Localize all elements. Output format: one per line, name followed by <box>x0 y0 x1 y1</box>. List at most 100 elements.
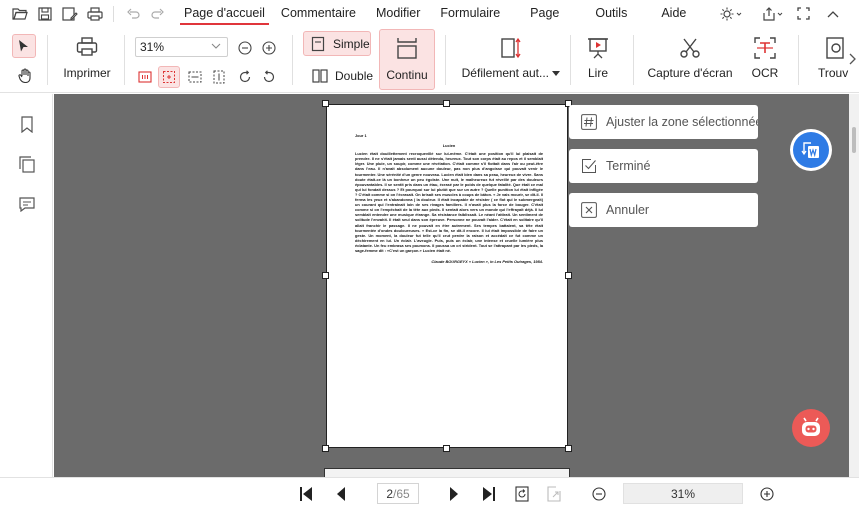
word-button-inner <box>793 132 829 168</box>
rotate-right-button[interactable] <box>234 66 256 88</box>
hand-icon <box>18 67 31 83</box>
first-page-icon <box>300 487 312 501</box>
divider <box>570 35 571 85</box>
bottom-zoom-field[interactable]: 31% <box>623 483 743 504</box>
collapse-ribbon-icon[interactable] <box>820 0 846 27</box>
pages-icon <box>19 155 35 173</box>
ocr-button[interactable]: OCR <box>748 37 782 80</box>
pdf-page[interactable]: Jour 1 Lucien Lucien était douillettemen… <box>326 104 568 448</box>
scissors-icon <box>680 38 700 58</box>
main-menu: Page d'accueil Commentaire Modifier Form… <box>176 0 694 27</box>
page-title: Lucien <box>442 143 456 149</box>
last-page-icon <box>483 487 495 501</box>
page-citation: Claude BOURGEYX « Lucien », in Les Petit… <box>431 259 543 265</box>
selection-handle-bottom[interactable] <box>443 445 450 452</box>
menu-page-accueil[interactable]: Page d'accueil <box>176 0 273 27</box>
selection-handle-top-left[interactable] <box>322 100 329 107</box>
double-page-button[interactable]: Double <box>306 65 374 87</box>
vertical-scrollbar[interactable] <box>849 94 859 477</box>
menu-aide[interactable]: Aide <box>653 0 694 27</box>
previous-view-button[interactable] <box>511 483 533 505</box>
auto-scroll-button[interactable]: Défilement aut... <box>458 37 564 80</box>
zoom-in-button[interactable] <box>258 37 280 59</box>
zoom-select[interactable]: 31% <box>135 37 228 57</box>
chevron-right-icon <box>849 53 856 65</box>
hand-tool-button[interactable] <box>13 63 37 87</box>
first-page-button[interactable] <box>295 483 317 505</box>
actual-size-button[interactable] <box>134 66 156 88</box>
fit-selection-button[interactable]: Ajuster la zone sélectionnée. <box>569 105 758 139</box>
scrollbar-thumb[interactable] <box>852 127 856 153</box>
ai-assistant-button[interactable] <box>792 409 830 447</box>
divider <box>47 35 48 85</box>
rotate-right-icon <box>239 70 251 83</box>
find-label: Trouv <box>818 66 849 80</box>
single-page-icon <box>311 36 325 51</box>
menu-page[interactable]: Page <box>522 0 567 27</box>
auto-scroll-text: Défilement aut... <box>461 66 550 80</box>
selection-handle-bottom-left[interactable] <box>322 445 329 452</box>
screenshot-button[interactable]: Capture d'écran <box>644 37 736 80</box>
zoom-out-button[interactable] <box>234 37 256 59</box>
cancel-button[interactable]: Annuler <box>569 193 758 227</box>
rotate-left-button[interactable] <box>258 66 280 88</box>
next-pdf-page <box>324 468 570 477</box>
screenshot-label: Capture d'écran <box>647 66 733 80</box>
fit-width-icon <box>188 71 202 83</box>
single-page-button[interactable]: Simple <box>303 31 371 56</box>
selection-handle-bottom-right[interactable] <box>565 445 572 452</box>
print-button[interactable]: Imprimer <box>57 37 117 80</box>
previous-page-button[interactable] <box>330 483 352 505</box>
save-as-icon[interactable] <box>58 2 82 26</box>
bottom-zoom-in-button[interactable] <box>756 483 778 505</box>
double-page-label: Double <box>335 69 374 83</box>
menu-outils[interactable]: Outils <box>587 0 635 27</box>
print-icon[interactable] <box>83 2 107 26</box>
menu-modifier[interactable]: Modifier <box>368 0 428 27</box>
ribbon-scroll-right-button[interactable] <box>845 51 859 67</box>
menu-formulaire[interactable]: Formulaire <box>432 0 508 27</box>
save-icon[interactable] <box>33 2 57 26</box>
fit-height-button[interactable] <box>208 66 230 88</box>
next-page-icon <box>450 487 458 501</box>
select-tool-button[interactable] <box>12 34 36 58</box>
undo-icon[interactable] <box>121 2 145 26</box>
next-page-button[interactable] <box>443 483 465 505</box>
continuous-button[interactable]: Continu <box>379 29 435 90</box>
last-page-button[interactable] <box>478 483 500 505</box>
menu-commentaire[interactable]: Commentaire <box>273 0 364 27</box>
share-icon[interactable] <box>758 0 788 27</box>
done-label: Terminé <box>606 159 651 173</box>
actual-size-icon <box>138 71 152 83</box>
redo-icon[interactable] <box>146 2 170 26</box>
thumbnails-panel-button[interactable] <box>16 153 38 175</box>
done-button[interactable]: Terminé <box>569 149 758 183</box>
bottom-zoom-out-button[interactable] <box>588 483 610 505</box>
zoom-out-icon <box>238 41 252 55</box>
next-view-button[interactable] <box>543 483 565 505</box>
divider <box>292 35 293 85</box>
auto-scroll-icon <box>501 37 521 59</box>
read-button[interactable]: Lire <box>581 37 615 80</box>
fit-page-icon <box>163 71 175 83</box>
open-folder-icon[interactable] <box>8 2 32 26</box>
selection-handle-top[interactable] <box>443 100 450 107</box>
ocr-label: OCR <box>751 66 779 80</box>
continuous-label: Continu <box>386 68 428 82</box>
next-view-icon <box>547 486 561 502</box>
fit-page-button[interactable] <box>158 66 180 88</box>
theme-sun-icon[interactable] <box>716 0 746 27</box>
convert-to-word-button[interactable] <box>790 129 832 171</box>
bookmark-panel-button[interactable] <box>16 113 38 135</box>
page-number-input[interactable]: 2/65 <box>377 483 419 504</box>
fit-width-button[interactable] <box>184 66 206 88</box>
left-sidebar <box>0 94 53 490</box>
robot-icon <box>802 417 820 436</box>
selection-handle-right[interactable] <box>565 272 572 279</box>
pdf-to-word-icon <box>801 142 819 158</box>
comments-panel-button[interactable] <box>16 193 38 215</box>
quick-access-toolbar <box>0 0 170 27</box>
page-body-text: Lucien était douillettement recroquevill… <box>355 151 543 253</box>
fullscreen-icon[interactable] <box>790 0 816 27</box>
selection-handle-left[interactable] <box>322 272 329 279</box>
